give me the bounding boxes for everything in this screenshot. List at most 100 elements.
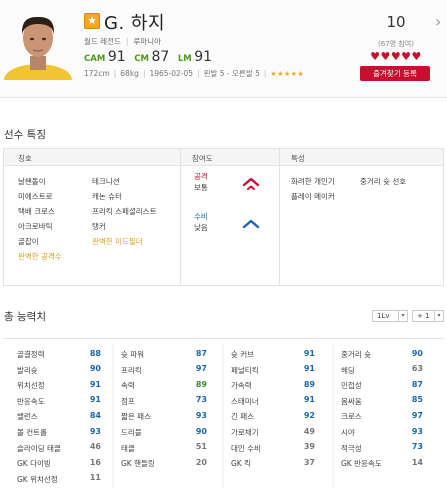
ability-name: 크로스 (341, 412, 362, 422)
ability-value: 97 (411, 410, 423, 420)
ability-value: 16 (89, 457, 101, 467)
title-badge: 아크로바틱 (18, 222, 53, 231)
ability-value: 88 (89, 348, 101, 358)
preferred-foot: 왼발 5 - 오른발 5 (203, 69, 260, 78)
ability-value: 14 (411, 457, 423, 467)
player-header: ★ G. 하지 월드 레전드 | 루마니아 CAM 91 CM 87 LM 91 1… (0, 0, 447, 98)
col-title-specialties: 특성 (291, 154, 305, 163)
ability-name: GK 킥 (231, 459, 252, 469)
ability-value: 91 (89, 395, 101, 405)
ability-value: 39 (303, 442, 315, 452)
ability-name: 스태미너 (231, 396, 259, 406)
ability-value: 92 (303, 410, 315, 420)
abilities-section-title: 총 능력치 (4, 311, 46, 323)
birth-date: 1965-02-05 (149, 69, 194, 78)
ability-value: 91 (303, 364, 315, 374)
ability-name: 위치선정 (17, 381, 45, 391)
attack-label: 공격 (194, 172, 208, 181)
ability-value: 97 (195, 364, 207, 374)
ability-value: 84 (89, 410, 101, 420)
ability-name: GK 핸들링 (121, 459, 155, 469)
ability-value: 63 (411, 364, 423, 374)
ability-name: 태클 (121, 443, 135, 453)
ability-value: 87 (195, 348, 207, 358)
position-value: 91 (107, 49, 126, 65)
position-value: 87 (151, 49, 170, 65)
attack-medium-arrow-icon (242, 177, 260, 190)
ability-value: 37 (303, 457, 315, 467)
ability-value: 90 (89, 364, 101, 374)
ability-value: 73 (411, 442, 423, 452)
season-label: 월드 레전드 (84, 37, 121, 46)
ability-name: 프리킥 (121, 365, 142, 375)
defense-value: 낮음 (194, 223, 208, 232)
level-select[interactable]: 1Lv ▾ (372, 310, 408, 322)
weight: 68kg (120, 69, 139, 78)
plus-select[interactable]: + 1 ▾ (412, 310, 444, 322)
attack-value: 보통 (194, 183, 208, 192)
physical-info: 172cm | 68kg | 1965-02-05 | 왼발 5 - 오른발 5 | ★★★★★ (84, 69, 305, 78)
defense-label: 수비 (194, 212, 208, 221)
ability-value: 46 (89, 442, 101, 452)
attack-participation: 공격 보통 (194, 171, 208, 193)
ability-value: 91 (303, 348, 315, 358)
ability-name: 골결정력 (17, 350, 45, 359)
ability-value: 51 (195, 442, 207, 452)
ability-name: 슛 파워 (121, 350, 145, 359)
title-badge: 택배 크로스 (18, 207, 55, 216)
position-ratings: CAM 91 CM 87 LM 91 (84, 49, 218, 65)
title-badge: 캐논 슈터 (92, 192, 122, 201)
player-name: G. 하지 (104, 13, 166, 34)
ability-name: 짧은 패스 (121, 412, 151, 422)
ability-name: 드리블 (121, 428, 142, 437)
nation-label: 루마니아 (133, 37, 162, 46)
ability-name: 가속력 (231, 381, 252, 391)
ability-name: 볼 컨트롤 (17, 428, 47, 437)
legend-star-icon: ★ (84, 13, 100, 29)
ability-value: 11 (89, 473, 101, 483)
specialty-item: 화려한 개인기 (291, 177, 335, 186)
ability-name: 슛 커브 (231, 350, 255, 359)
ability-name: 헤딩 (341, 365, 355, 375)
ability-name: 긴 패스 (231, 412, 255, 422)
abilities-table: 골결정력 88 슛 파워 87 슛 커브 91 중거리 슛 90 발리슛 90 프리킥 97 페널티킥 9… (3, 338, 444, 491)
ability-name: 페널티킥 (231, 365, 259, 375)
title-badge: 완벽한 공격수 (18, 252, 62, 261)
specialty-item: 플레이 메이커 (291, 192, 335, 201)
skill-stars-icon: ★★★★★ (270, 70, 305, 78)
ability-name: 슬라이딩 태클 (17, 443, 61, 453)
ability-value: 89 (303, 379, 315, 389)
level-select-value: 1Lv (377, 312, 390, 320)
ability-name: 밸런스 (17, 412, 38, 422)
chevron-down-icon: ▾ (398, 311, 407, 321)
ability-value: 90 (195, 426, 207, 436)
ability-name: 중거리 슛 (341, 350, 371, 359)
player-avatar (3, 6, 73, 80)
next-arrow-icon[interactable]: › (435, 12, 441, 31)
add-favorite-button[interactable]: 즐겨찾기 등록 (360, 66, 430, 81)
ability-name: 가로채기 (231, 428, 259, 437)
ability-name: 반응속도 (17, 396, 45, 406)
position-label: CM (134, 54, 149, 64)
ability-name: GK 다이빙 (17, 459, 51, 469)
ability-name: 몸싸움 (341, 396, 362, 406)
traits-section-title: 선수 특징 (4, 129, 46, 141)
ability-name: 대인 수비 (231, 443, 261, 453)
rating-votes: (67명 참여) (378, 40, 414, 48)
height: 172cm (84, 69, 110, 78)
ability-value: 91 (303, 395, 315, 405)
rating-hearts-icon[interactable]: ♥♥♥♥♥ (348, 50, 444, 63)
ability-name: 시야 (341, 428, 355, 437)
ability-name: 민첩성 (341, 381, 362, 391)
title-badge: 날쌘돌이 (18, 177, 46, 186)
position-label: LM (177, 54, 192, 64)
position-label: CAM (84, 54, 106, 64)
title-badge: 탱커 (92, 222, 106, 231)
ability-value: 93 (411, 426, 423, 436)
col-title-titles: 칭호 (18, 154, 32, 163)
ability-value: 91 (89, 379, 101, 389)
title-badge: 테크니션 (92, 177, 120, 186)
ability-value: 93 (89, 426, 101, 436)
ability-value: 20 (195, 457, 207, 467)
rating-score: 10 (386, 13, 406, 31)
